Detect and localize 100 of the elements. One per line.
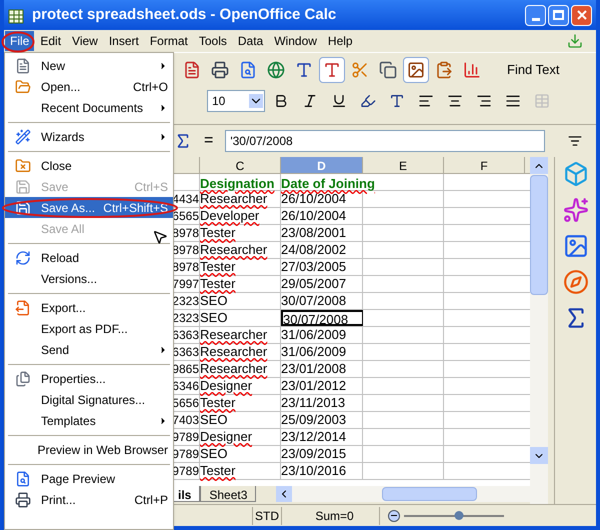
table-cell: SEO: [200, 310, 228, 325]
document-icon: [15, 58, 31, 74]
menu-option[interactable]: Preview in Web Browser: [5, 439, 173, 460]
table-cell[interactable]: 30/07/2008: [281, 293, 363, 309]
menu-option[interactable]: Export...: [5, 297, 173, 318]
table-cell: 2323: [172, 293, 199, 309]
gallery-button[interactable]: [403, 56, 429, 82]
vertical-scroll-thumb[interactable]: [530, 175, 548, 295]
table-cell[interactable]: 23/08/2001: [281, 225, 363, 241]
sidebar-menu-icon[interactable]: [568, 134, 582, 148]
menu-option[interactable]: Open... Ctrl+O: [5, 76, 173, 97]
menu-item[interactable]: Help: [322, 31, 358, 51]
table-cell[interactable]: 23/11/2013: [281, 395, 363, 411]
menu-item[interactable]: Window: [269, 31, 322, 51]
menu-item[interactable]: Edit: [35, 31, 66, 51]
menu-option[interactable]: Reload: [5, 247, 173, 268]
font-size-field[interactable]: 10: [207, 90, 265, 112]
close-button[interactable]: [571, 4, 592, 26]
column-header[interactable]: F: [444, 157, 525, 173]
zoom-out-button[interactable]: [388, 510, 400, 522]
table-cell[interactable]: 30/07/2008: [281, 310, 363, 326]
scroll-down-button[interactable]: [530, 447, 548, 464]
table-cell[interactable]: 26/10/2004: [281, 208, 363, 224]
export-icon: [15, 300, 31, 316]
download-icon[interactable]: [567, 33, 583, 49]
styles-icon[interactable]: [562, 197, 588, 223]
menu-option[interactable]: New: [5, 55, 173, 76]
compass-icon[interactable]: [562, 269, 588, 295]
table-cell[interactable]: 23/10/2016: [281, 463, 363, 479]
table-cell: Designation: [200, 174, 281, 190]
table-cell[interactable]: 31/06/2009: [281, 327, 363, 343]
printer-icon: [15, 492, 31, 508]
table-cell[interactable]: 29/05/2007: [281, 276, 363, 292]
table-icon: [534, 93, 550, 109]
status-sum: Sum=0: [290, 506, 380, 524]
window-title: protect spreadsheet.ods - OpenOffice Calc: [32, 4, 336, 25]
clipboard-icon: [435, 60, 453, 78]
menu-option[interactable]: Send: [5, 339, 173, 360]
table-cell: Researcher: [200, 361, 268, 376]
letter-icon: [323, 60, 341, 78]
mouse-cursor-icon: [152, 229, 168, 245]
table-cell: 7997: [172, 276, 199, 292]
menu-option[interactable]: Close: [5, 155, 173, 176]
justify-icon: [505, 93, 521, 109]
find-text-label[interactable]: Find Text: [507, 60, 560, 80]
scroll-up-button[interactable]: [530, 157, 548, 174]
globe-icon: [267, 60, 285, 78]
highlight-ellipse: [1, 31, 35, 53]
table-cell: Researcher: [200, 344, 268, 359]
letter-icon: [295, 60, 313, 78]
table-cell[interactable]: 23/01/2008: [281, 361, 363, 377]
table-cell[interactable]: 23/01/2012: [281, 378, 363, 394]
menu-option[interactable]: Digital Signatures...: [5, 389, 173, 410]
page-preview-icon: [239, 60, 257, 78]
table-cell: SEO: [200, 293, 228, 308]
table-cell[interactable]: 27/03/2005: [281, 259, 363, 275]
table-cell[interactable]: 26/10/2004: [281, 191, 363, 207]
autospellcheck-button[interactable]: [319, 56, 345, 82]
menu-option[interactable]: Page Preview: [5, 468, 173, 489]
table-cell: Designer: [200, 429, 252, 444]
documents-icon: [15, 370, 31, 386]
formula-input[interactable]: '30/07/2008: [225, 130, 546, 152]
reload-icon: [15, 250, 31, 266]
menu-option[interactable]: Properties...: [5, 368, 173, 389]
scissors-icon: [351, 60, 369, 78]
table-cell: Developer: [200, 208, 260, 223]
menu-option[interactable]: Export as PDF...: [5, 318, 173, 339]
maximize-button[interactable]: [548, 4, 569, 26]
bar-chart-icon: [463, 60, 481, 78]
menu-item[interactable]: Format: [144, 31, 193, 51]
menu-option[interactable]: Recent Documents: [5, 97, 173, 118]
font-size-value: 10: [212, 93, 226, 110]
copy-icon: [379, 60, 397, 78]
sheet-tab[interactable]: Sheet3: [200, 486, 256, 502]
picture-frame-icon: [407, 60, 425, 78]
minimize-button[interactable]: [525, 4, 546, 26]
printer-icon: [211, 60, 229, 78]
menu-option[interactable]: Versions...: [5, 268, 173, 289]
table-cell: 7403: [172, 412, 199, 428]
table-cell[interactable]: 25/09/2003: [281, 412, 363, 428]
menu-option[interactable]: Wizards: [5, 126, 173, 147]
menu-item[interactable]: Insert: [104, 31, 144, 51]
zoom-slider-thumb[interactable]: [454, 510, 464, 520]
scroll-left-button[interactable]: [276, 486, 292, 502]
menu-item[interactable]: Tools: [194, 31, 232, 51]
close-icon: [576, 10, 586, 20]
gallery-icon[interactable]: [562, 233, 588, 259]
align-center-icon: [447, 93, 463, 109]
table-cell[interactable]: 23/12/2014: [281, 429, 363, 445]
table-cell: Tester: [200, 276, 236, 291]
column-header[interactable]: E: [363, 157, 444, 173]
table-cell[interactable]: 23/09/2015: [281, 446, 363, 462]
menu-item[interactable]: View: [67, 31, 103, 51]
equals-sign[interactable]: =: [200, 129, 218, 153]
table-cell[interactable]: 31/06/2009: [281, 344, 363, 360]
horizontal-scroll-thumb[interactable]: [382, 487, 478, 501]
italic-icon: [302, 93, 318, 109]
table-cell[interactable]: 24/08/2002: [281, 242, 363, 258]
menu-item[interactable]: Data: [232, 31, 268, 51]
menu-option[interactable]: Templates: [5, 410, 173, 431]
